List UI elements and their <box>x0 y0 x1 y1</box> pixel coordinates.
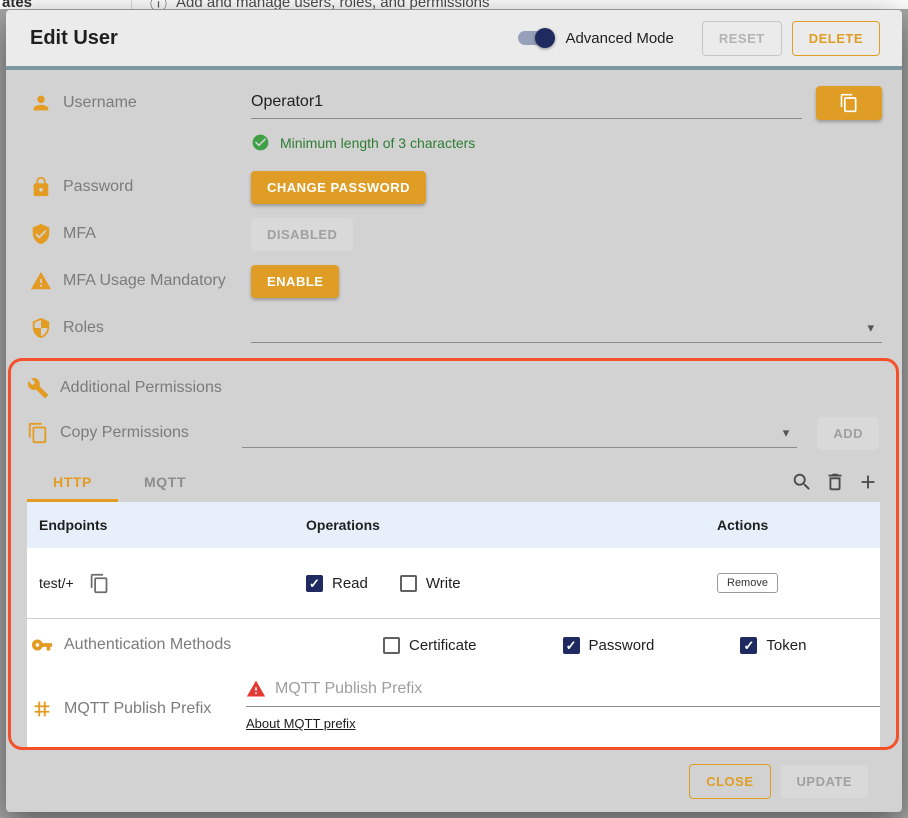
roles-row: Roles ▾ <box>30 311 882 345</box>
tab-http[interactable]: HTTP <box>27 461 118 502</box>
token-label: Token <box>766 637 806 654</box>
wrench-icon <box>27 377 49 399</box>
col-endpoints: Endpoints <box>39 517 306 533</box>
chevron-down-icon: ▾ <box>867 320 874 336</box>
certificate-label: Certificate <box>409 637 477 654</box>
background-page: ates ⓘ Add and manage users, roles, and … <box>0 0 908 9</box>
mfa-mandatory-row: MFA Usage Mandatory ENABLE <box>30 264 882 298</box>
token-checkbox[interactable] <box>740 637 757 654</box>
copy-username-button[interactable] <box>816 86 882 120</box>
col-operations: Operations <box>306 517 717 533</box>
password-option-label: Password <box>589 637 655 654</box>
permissions-card: Endpoints Operations Actions test/+ <box>27 502 880 747</box>
change-password-button[interactable]: CHANGE PASSWORD <box>251 171 426 204</box>
mqtt-prefix-row: MQTT Publish Prefix About MQTT prefix <box>27 671 880 747</box>
read-checkbox[interactable] <box>306 575 323 592</box>
validation-message: Minimum length of 3 characters <box>280 135 475 151</box>
tab-mqtt[interactable]: MQTT <box>118 461 212 502</box>
password-row: Password CHANGE PASSWORD <box>30 170 882 204</box>
copy-icon[interactable] <box>89 573 110 594</box>
mfa-row: MFA DISABLED <box>30 217 882 251</box>
permissions-title-row: Additional Permissions <box>27 371 879 405</box>
lock-icon <box>30 176 52 198</box>
info-icon: ⓘ <box>150 0 167 9</box>
table-row: test/+ Read Writ <box>27 548 880 618</box>
screen: ates ⓘ Add and manage users, roles, and … <box>0 0 908 818</box>
copy-permissions-select[interactable]: ▾ <box>242 418 797 448</box>
endpoint-value: test/+ <box>39 575 74 591</box>
add-permission-button: ADD <box>817 417 879 450</box>
trash-icon[interactable] <box>824 471 846 493</box>
read-label: Read <box>332 575 368 592</box>
mfa-enable-button[interactable]: ENABLE <box>251 265 339 298</box>
mqtt-prefix-label: MQTT Publish Prefix <box>64 700 211 718</box>
username-row: Username <box>30 86 882 120</box>
mfa-disabled-button: DISABLED <box>251 218 353 251</box>
username-input[interactable] <box>251 87 802 119</box>
update-button: UPDATE <box>781 765 868 798</box>
dialog-body: Username Minimum length of 3 characters <box>6 70 902 812</box>
edit-user-dialog: Edit User Advanced Mode RESET DELETE Use… <box>6 10 902 812</box>
page-hint: ⓘ Add and manage users, roles, and permi… <box>150 0 490 9</box>
error-icon <box>246 679 266 699</box>
plus-icon[interactable] <box>857 471 879 493</box>
col-actions: Actions <box>717 517 880 533</box>
certificate-checkbox[interactable] <box>383 637 400 654</box>
hash-icon <box>31 698 53 720</box>
key-icon <box>31 634 53 656</box>
delete-button[interactable]: DELETE <box>792 21 880 56</box>
password-checkbox[interactable] <box>563 637 580 654</box>
copy-icon <box>27 422 49 444</box>
advanced-mode-label: Advanced Mode <box>565 30 673 47</box>
dialog-footer: CLOSE UPDATE <box>30 750 882 799</box>
dialog-title: Edit User <box>30 27 518 50</box>
dialog-header: Edit User Advanced Mode RESET DELETE <box>6 10 902 66</box>
about-mqtt-prefix-link[interactable]: About MQTT prefix <box>246 716 356 731</box>
copy-icon <box>839 93 859 113</box>
close-button[interactable]: CLOSE <box>689 764 770 799</box>
roles-label: Roles <box>63 319 104 337</box>
permissions-highlight-box: Additional Permissions Copy Permissions … <box>8 358 899 750</box>
advanced-mode-control: Advanced Mode <box>518 30 673 47</box>
sidebar-divider <box>131 0 132 9</box>
sidebar-partial-text: ates <box>2 0 32 9</box>
person-icon <box>30 92 52 114</box>
toggle-thumb <box>535 28 555 48</box>
check-circle-icon <box>251 133 270 152</box>
roles-select[interactable]: ▾ <box>251 313 882 343</box>
reset-button[interactable]: RESET <box>702 21 782 56</box>
copy-permissions-row: Copy Permissions ▾ ADD <box>27 416 879 450</box>
auth-methods-row: Authentication Methods Certificate Passw… <box>27 618 880 671</box>
username-label: Username <box>63 94 137 112</box>
copy-permissions-label: Copy Permissions <box>60 424 189 442</box>
auth-methods-label: Authentication Methods <box>64 636 231 654</box>
write-label: Write <box>426 575 461 592</box>
advanced-mode-toggle[interactable] <box>518 31 552 45</box>
mqtt-prefix-input[interactable] <box>275 680 880 698</box>
permissions-title: Additional Permissions <box>60 379 222 397</box>
mfa-label: MFA <box>63 225 96 243</box>
warning-icon <box>30 270 52 292</box>
shield-check-icon <box>30 223 52 245</box>
search-icon[interactable] <box>791 471 813 493</box>
shield-icon <box>30 317 52 339</box>
mfa-mandatory-label: MFA Usage Mandatory <box>63 272 226 290</box>
write-checkbox[interactable] <box>400 575 417 592</box>
remove-button[interactable]: Remove <box>717 573 778 593</box>
password-label: Password <box>63 178 133 196</box>
page-hint-text: Add and manage users, roles, and permiss… <box>176 0 490 9</box>
chevron-down-icon: ▾ <box>783 425 790 441</box>
permissions-table-header: Endpoints Operations Actions <box>27 502 880 548</box>
permissions-tabs: HTTP MQTT <box>27 461 879 502</box>
username-validation: Minimum length of 3 characters <box>251 133 882 152</box>
